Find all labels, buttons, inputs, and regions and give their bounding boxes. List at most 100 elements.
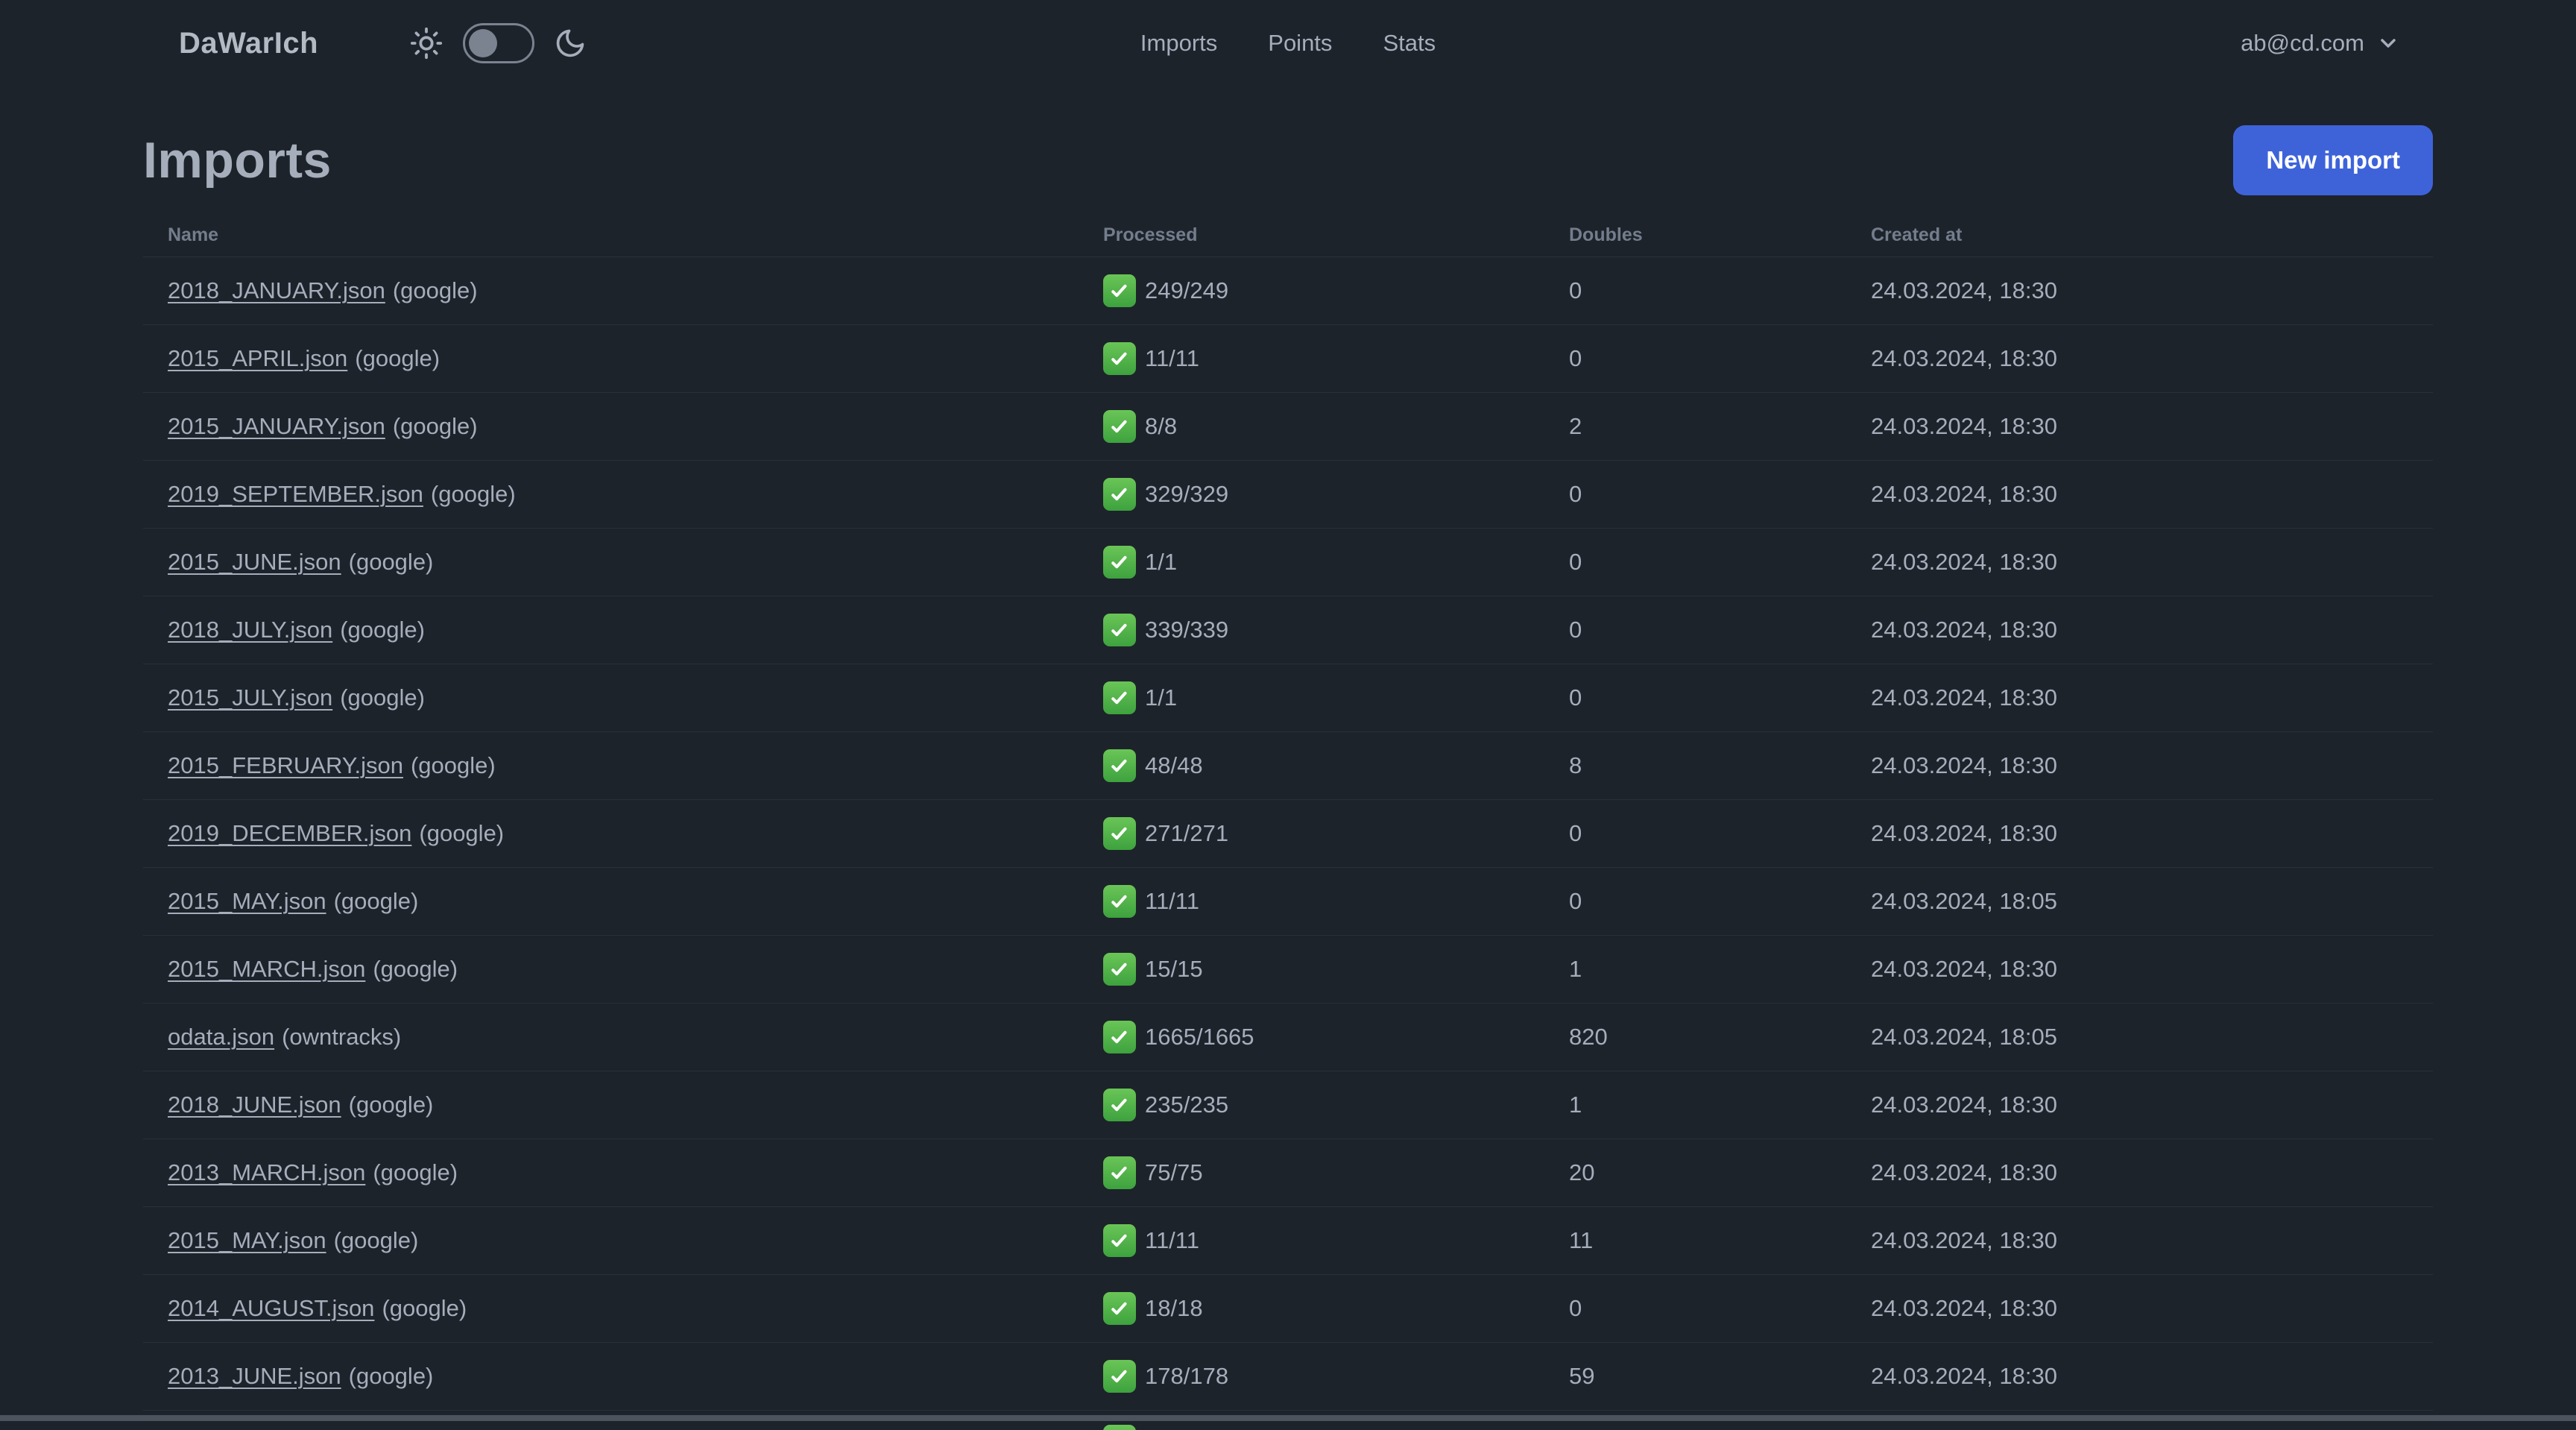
doubles-cell: 820	[1569, 1024, 1608, 1050]
import-file-link[interactable]: 2019_SEPTEMBER.json	[168, 481, 423, 507]
import-file-link[interactable]: 2015_APRIL.json	[168, 345, 347, 371]
table-row: 2015_JULY.json (google) 1/1 0 24.03.2024, 18…	[143, 664, 2433, 732]
created-at-cell: 24.03.2024, 18:30	[1871, 413, 2057, 439]
name-cell: 2019_DECEMBER.json (google)	[143, 820, 1103, 847]
doubles-cell: 0	[1569, 345, 1582, 371]
nav-link-stats[interactable]: Stats	[1383, 30, 1436, 57]
processed-count: 249/249	[1145, 277, 1229, 303]
import-source: (google)	[392, 413, 478, 439]
processed-count: 15/15	[1145, 956, 1203, 982]
import-source: (google)	[373, 956, 458, 982]
import-source: (google)	[348, 1092, 434, 1118]
processed-cell: 48/48	[1103, 749, 1569, 782]
import-source: (google)	[373, 1159, 458, 1185]
check-icon	[1103, 681, 1136, 714]
processed-cell: 271/271	[1103, 817, 1569, 850]
import-file-link[interactable]: 2015_JULY.json	[168, 684, 332, 711]
import-file-link[interactable]: 2015_MAY.json	[168, 1227, 326, 1253]
name-cell: 2015_JUNE.json (google)	[143, 549, 1103, 576]
processed-count: 1665/1665	[1145, 1024, 1254, 1050]
theme-toggle[interactable]	[463, 23, 535, 63]
import-file-link[interactable]: 2018_JANUARY.json	[168, 277, 385, 303]
table-row: 2014_AUGUST.json (google) 18/18 0 24.03.2024…	[143, 1275, 2433, 1343]
title-row: Imports New import	[143, 125, 2433, 195]
created-at-cell: 24.03.2024, 18:30	[1871, 820, 2057, 846]
processed-count: 1/1	[1145, 684, 1178, 711]
horizontal-scrollbar[interactable]	[0, 1415, 2576, 1421]
import-file-link[interactable]: odata.json	[168, 1024, 274, 1050]
nav-link-imports[interactable]: Imports	[1140, 30, 1217, 57]
import-file-link[interactable]: 2015_JUNE.json	[168, 549, 341, 575]
doubles-cell: 0	[1569, 684, 1582, 711]
theme-toggle-knob	[469, 29, 498, 57]
column-header-created-at: Created at	[1871, 224, 1963, 245]
nav-link-points[interactable]: Points	[1268, 30, 1332, 57]
created-at-cell: 24.03.2024, 18:30	[1871, 684, 2057, 711]
table-row: 2015_MAY.json (google) 11/11 11 24.03.2024, …	[143, 1207, 2433, 1275]
table-row: odata.json (owntracks) 1665/1665 820 24.03.2…	[143, 1004, 2433, 1071]
created-at-cell: 24.03.2024, 18:30	[1871, 752, 2057, 778]
check-icon	[1103, 274, 1136, 307]
import-file-link[interactable]: 2015_MARCH.json	[168, 956, 365, 982]
main-nav: Imports Points Stats	[1140, 30, 1436, 57]
check-icon	[1103, 1156, 1136, 1189]
processed-cell: 339/339	[1103, 614, 1569, 646]
new-import-button[interactable]: New import	[2233, 125, 2433, 195]
chevron-down-icon	[2381, 39, 2396, 48]
processed-count: 329/329	[1145, 481, 1229, 507]
check-icon	[1103, 614, 1136, 646]
import-file-link[interactable]: 2014_AUGUST.json	[168, 1295, 374, 1321]
processed-cell: 8/8	[1103, 410, 1569, 443]
doubles-cell: 1	[1569, 1092, 1582, 1118]
created-at-cell: 24.03.2024, 18:05	[1871, 1024, 2057, 1050]
created-at-cell: 24.03.2024, 18:30	[1871, 345, 2057, 371]
doubles-cell: 0	[1569, 277, 1582, 303]
import-file-link[interactable]: 2019_DECEMBER.json	[168, 820, 411, 846]
import-file-link[interactable]: 2015_MAY.json	[168, 888, 326, 914]
column-header-processed: Processed	[1103, 224, 1198, 245]
import-source: (google)	[382, 1295, 467, 1321]
name-cell: 2013_JUNE.json (google)	[143, 1363, 1103, 1390]
processed-count: 235/235	[1145, 1092, 1229, 1118]
app-logo[interactable]: DaWarIch	[179, 27, 318, 60]
theme-toggle-group	[409, 23, 587, 63]
import-file-link[interactable]: 2015_FEBRUARY.json	[168, 752, 403, 778]
table-row: 2019_DECEMBER.json (google) 271/271 0 24.03.…	[143, 800, 2433, 868]
created-at-cell: 24.03.2024, 18:30	[1871, 1159, 2057, 1185]
import-file-link[interactable]: 2018_JUNE.json	[168, 1092, 341, 1118]
user-menu[interactable]: ab@cd.com	[2241, 30, 2400, 57]
import-source: (google)	[410, 752, 496, 778]
doubles-cell: 0	[1569, 1295, 1582, 1321]
column-header-name: Name	[168, 224, 219, 245]
name-cell: 2015_MAY.json (google)	[143, 1227, 1103, 1254]
imports-table: Name Processed Doubles Created at 2018_J…	[143, 213, 2433, 1430]
name-cell: 2015_JANUARY.json (google)	[143, 413, 1103, 440]
check-icon	[1103, 1425, 1136, 1430]
doubles-cell: 0	[1569, 617, 1582, 643]
moon-icon	[556, 29, 584, 57]
check-icon	[1103, 478, 1136, 511]
processed-cell: 235/235	[1103, 1089, 1569, 1121]
name-cell: 2018_JANUARY.json (google)	[143, 277, 1103, 304]
import-file-link[interactable]: 2013_MARCH.json	[168, 1159, 365, 1185]
doubles-cell: 0	[1569, 820, 1582, 846]
import-source: (google)	[348, 1363, 434, 1389]
processed-count: 75/75	[1145, 1159, 1203, 1185]
import-file-link[interactable]: 2018_JULY.json	[168, 617, 332, 643]
name-cell: 2015_APRIL.json (google)	[143, 345, 1103, 372]
name-cell: 2014_AUGUST.json (google)	[143, 1295, 1103, 1322]
processed-cell: 1/1	[1103, 681, 1569, 714]
doubles-cell: 0	[1569, 888, 1582, 914]
import-file-link[interactable]: 2013_JUNE.json	[168, 1363, 341, 1389]
doubles-cell: 1	[1569, 956, 1582, 982]
processed-count: 11/11	[1145, 888, 1199, 914]
check-icon	[1103, 1360, 1136, 1393]
import-source: (google)	[355, 345, 441, 371]
table-row: 2015_JUNE.json (google) 1/1 0 24.03.2024, 18…	[143, 529, 2433, 596]
table-row: 2015_FEBRUARY.json (google) 48/48 8 24.03.20…	[143, 732, 2433, 800]
import-source: (owntracks)	[282, 1024, 402, 1050]
check-icon	[1103, 1021, 1136, 1053]
import-source: (google)	[419, 820, 505, 846]
check-icon	[1103, 1224, 1136, 1257]
import-file-link[interactable]: 2015_JANUARY.json	[168, 413, 385, 439]
